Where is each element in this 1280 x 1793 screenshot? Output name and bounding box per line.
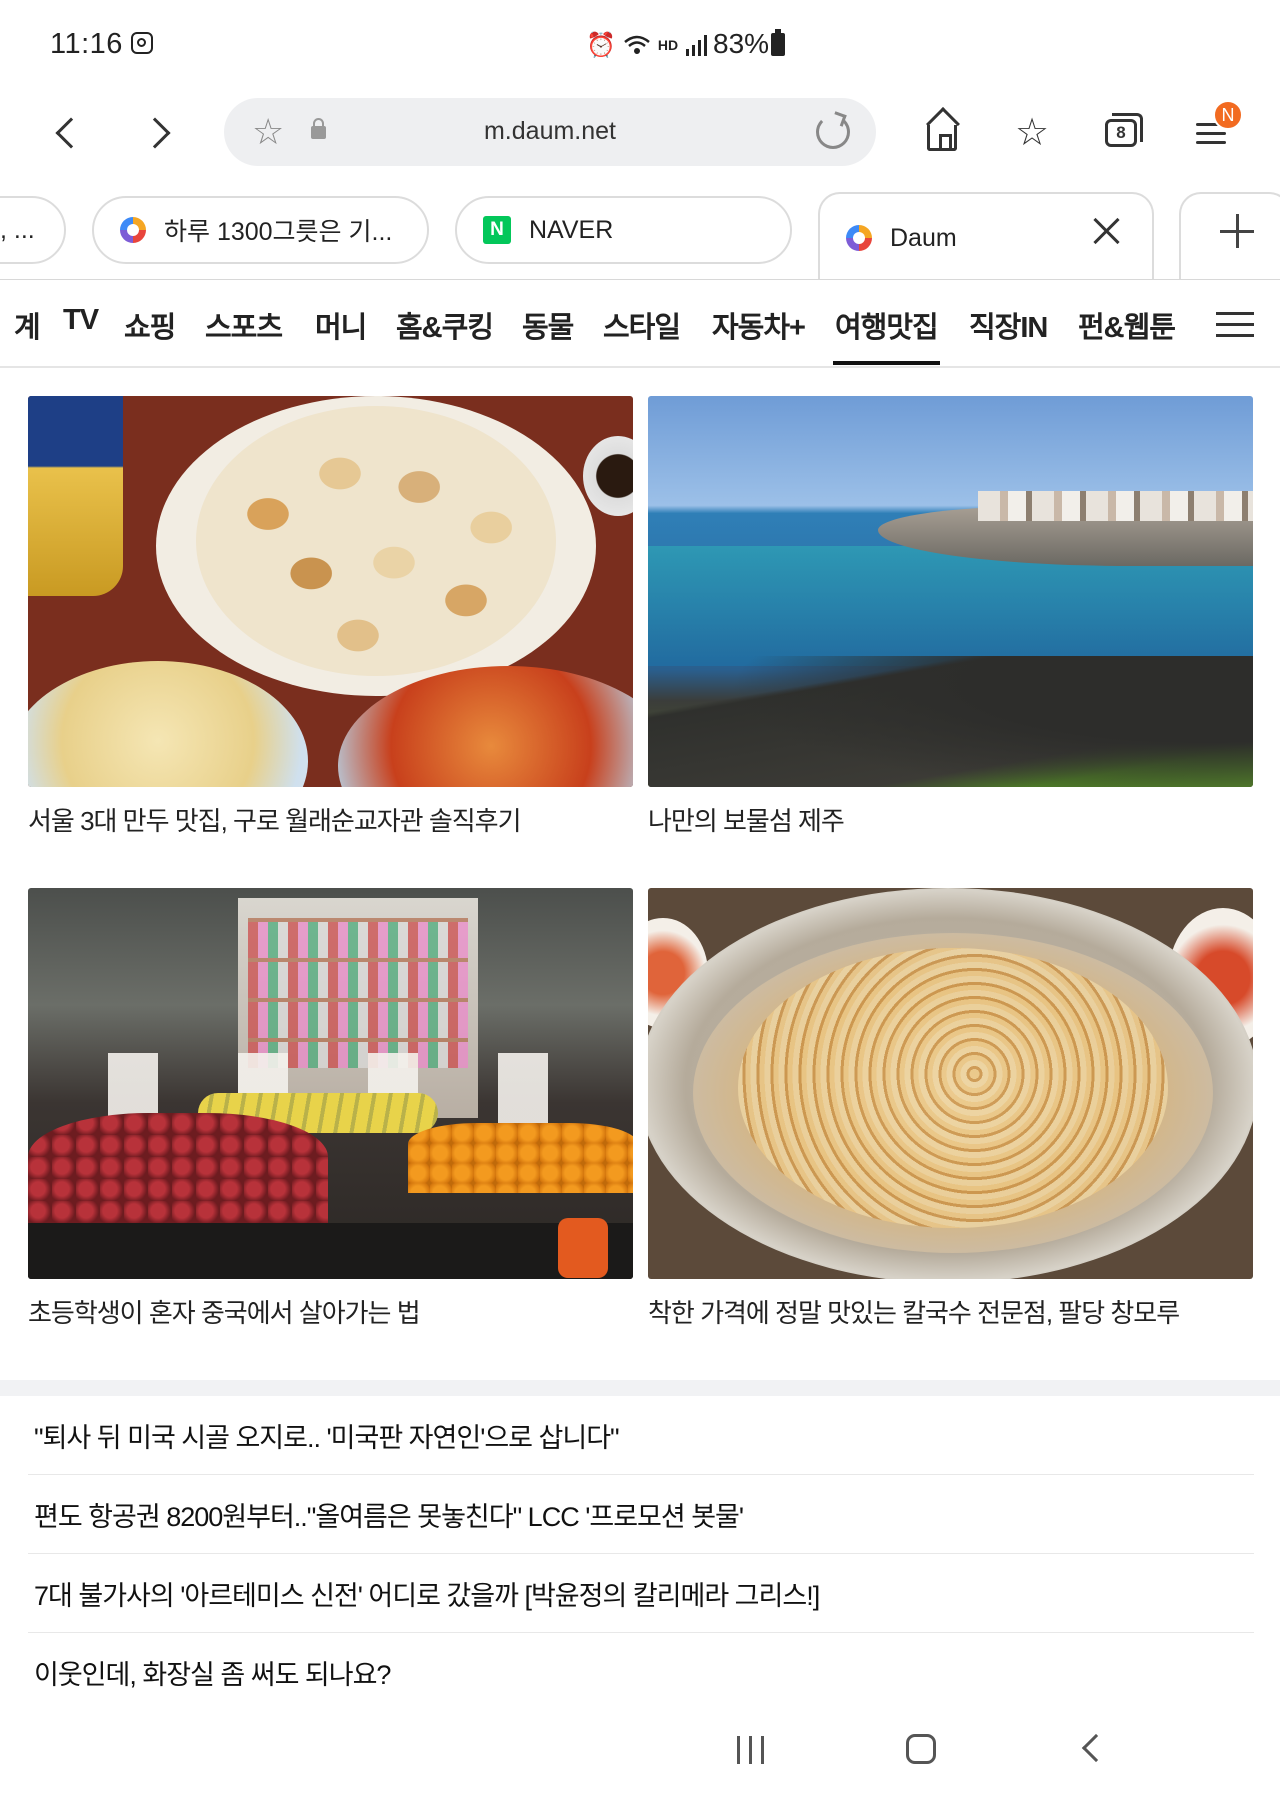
daum-favicon-icon [846,225,872,251]
back-button[interactable] [42,108,92,158]
market-stall-image[interactable] [28,888,633,1279]
status-time: 11:16 [50,28,123,60]
category-item-active[interactable]: 여행맛집 [833,304,940,365]
tabs-button[interactable]: 8 [1094,106,1148,160]
system-home-icon[interactable] [906,1734,936,1764]
category-item[interactable]: 쇼핑 [124,304,176,346]
battery-icon [771,29,785,56]
article-card-title[interactable]: 착한 가격에 정말 맛있는 칼국수 전문점, 팔당 창모루 [648,1293,1253,1330]
tabs-icon: 8 [1105,113,1143,147]
tab-strip: , ... 하루 1300그릇은 기... N NAVER Daum [0,178,1280,282]
wifi-icon [624,35,650,54]
tab-title: 하루 1300그릇은 기... [164,218,393,246]
alarm-icon: ⏰ [586,31,616,59]
home-icon [927,125,957,151]
browser-tab[interactable]: N NAVER [455,196,792,264]
forward-button[interactable] [134,108,184,158]
category-item[interactable]: 스포츠 [205,304,283,346]
recents-icon[interactable] [737,1736,767,1764]
status-bar: 11:16 ⏰ HD 83% [0,0,1280,88]
fried-dumplings-image[interactable] [28,396,633,787]
article-card-title[interactable]: 나만의 보물섬 제주 [648,801,1253,838]
article-card[interactable]: 초등학생이 혼자 중국에서 살아가는 법 [28,888,633,1330]
category-item[interactable]: 펀&웹툰 [1078,304,1176,346]
category-item[interactable]: 머니 [315,304,367,346]
article-card[interactable]: 서울 3대 만두 맛집, 구로 월래순교자관 솔직후기 [28,396,633,838]
chevron-right-icon [139,117,171,149]
browser-tab[interactable]: , ... [0,196,66,264]
article-card-title[interactable]: 초등학생이 혼자 중국에서 살아가는 법 [28,1293,633,1330]
hd-voice-icon: HD [657,37,679,53]
browser-toolbar: ☆ m.daum.net ☆ 8 N [0,88,1280,178]
signal-icon [686,35,708,56]
status-icons: ⏰ HD [586,30,709,60]
menu-button[interactable]: N [1185,100,1243,160]
new-tab-button[interactable] [1179,192,1280,282]
headline-list: "퇴사 뒤 미국 시골 오지로.. '미국판 자연인'으로 삽니다" 편도 항공… [28,1396,1254,1712]
category-item[interactable]: 동물 [522,304,574,346]
category-nav: 계 TV 쇼핑 스포츠 머니 홈&쿠킹 동물 스타일 자동차+ 여행맛집 직장I… [0,280,1280,368]
headline-link[interactable]: 편도 항공권 8200원부터.."올여름은 못놓친다" LCC '프로모션 봇물… [28,1475,1254,1554]
daum-favicon-icon [120,217,146,243]
instagram-icon [131,32,153,54]
browser-tab[interactable]: 하루 1300그릇은 기... [92,196,429,264]
system-nav-bar [0,1710,1280,1793]
jeju-coast-image[interactable] [648,396,1253,787]
home-button[interactable] [915,106,969,160]
tab-title: Daum [890,223,957,252]
tab-title: , ... [0,215,35,244]
reload-icon[interactable] [816,115,850,149]
tab-count: 8 [1116,123,1126,142]
section-divider [0,1380,1280,1396]
bookmarks-icon: ☆ [1014,112,1050,154]
chevron-left-icon [55,117,87,149]
article-card[interactable]: 착한 가격에 정말 맛있는 칼국수 전문점, 팔당 창모루 [648,888,1253,1330]
headline-link[interactable]: 7대 불가사의 '아르테미스 신전' 어디로 갔을까 [박윤정의 칼리메라 그리… [28,1554,1254,1633]
category-item[interactable]: TV [63,304,99,337]
category-item[interactable]: 자동차+ [712,304,806,346]
bookmarks-button[interactable]: ☆ [1005,106,1059,160]
notification-badge: N [1213,100,1243,130]
category-menu-icon[interactable] [1216,312,1254,338]
battery-percent: 83% [713,28,770,59]
kalguksu-pot-image[interactable] [648,888,1253,1279]
headline-link[interactable]: "퇴사 뒤 미국 시골 오지로.. '미국판 자연인'으로 삽니다" [28,1396,1254,1475]
category-item[interactable]: 스타일 [603,304,681,346]
category-item[interactable]: 직장IN [969,304,1048,346]
address-bar[interactable]: ☆ m.daum.net [224,98,876,166]
category-item[interactable]: 홈&쿠킹 [396,304,494,346]
system-back-icon[interactable] [1081,1733,1111,1763]
browser-tab-active[interactable]: Daum [818,192,1154,282]
article-card-title[interactable]: 서울 3대 만두 맛집, 구로 월래순교자관 솔직후기 [28,801,633,838]
article-card[interactable]: 나만의 보물섬 제주 [648,396,1253,838]
tab-title: NAVER [529,215,614,244]
url-text[interactable]: m.daum.net [224,117,876,146]
close-tab-icon[interactable] [1092,216,1122,246]
category-item[interactable]: 계 [14,304,41,346]
naver-favicon-icon: N [483,216,511,244]
headline-link[interactable]: 이웃인데, 화장실 좀 써도 되나요? [28,1633,1254,1712]
